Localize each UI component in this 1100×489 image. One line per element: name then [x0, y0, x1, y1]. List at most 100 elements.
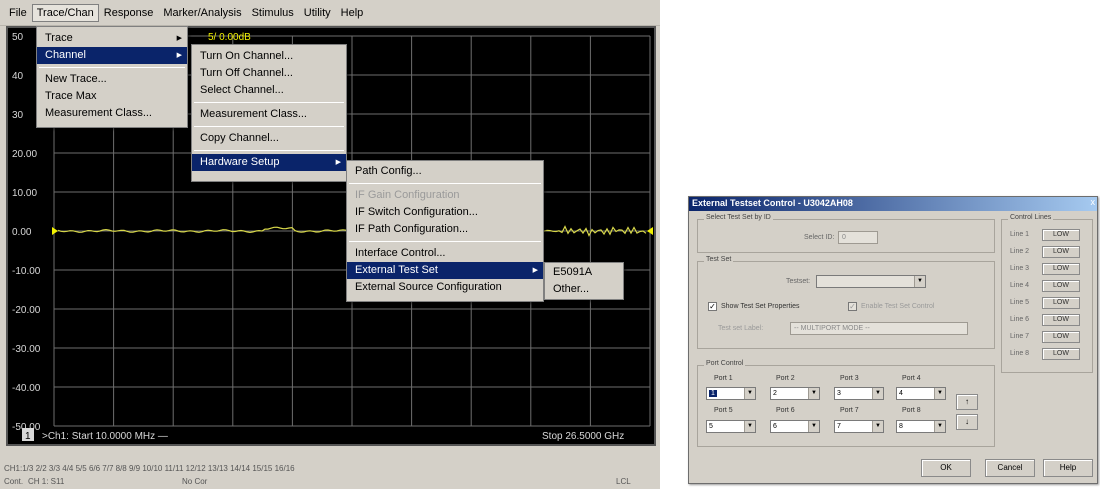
menu-item-channel-measurement-class[interactable]: Measurement Class...	[192, 106, 346, 123]
port-7-dropdown[interactable]: 7 ▼	[834, 420, 884, 433]
line-8-button[interactable]: LOW	[1042, 348, 1080, 360]
menu-item-if-switch-configuration[interactable]: IF Switch Configuration...	[347, 204, 543, 221]
y-tick-label: 40	[12, 71, 24, 82]
line-7-label: Line 7	[1010, 333, 1030, 340]
vna-window: File Trace/Chan Response Marker/Analysis…	[0, 0, 660, 489]
chevron-down-icon[interactable]: ▼	[914, 276, 925, 287]
port-control-group-label: Port Control	[704, 360, 746, 367]
chevron-down-icon[interactable]: ▼	[808, 388, 819, 399]
port-6-label: Port 6	[776, 407, 795, 414]
ok-button[interactable]: OK	[921, 459, 971, 477]
test-set-label-label: Test set Label:	[718, 325, 764, 332]
testset-dropdown[interactable]: ▼	[816, 275, 926, 288]
menu-marker-analysis[interactable]: Marker/Analysis	[158, 4, 246, 22]
line-4-button[interactable]: LOW	[1042, 280, 1080, 292]
y-tick-label: 50	[12, 32, 24, 43]
menu-item-interface-control[interactable]: Interface Control...	[347, 245, 543, 262]
y-tick-label: -20.00	[12, 305, 41, 316]
port-8-dropdown[interactable]: 8 ▼	[896, 420, 946, 433]
y-tick-label: -10.00	[12, 266, 41, 277]
port-2-label: Port 2	[776, 375, 795, 382]
reference-marker-left-icon	[52, 227, 58, 235]
line-6-button[interactable]: LOW	[1042, 314, 1080, 326]
menu-bar: File Trace/Chan Response Marker/Analysis…	[0, 0, 660, 26]
menu-item-new-trace[interactable]: New Trace...	[37, 71, 187, 88]
menu-stimulus[interactable]: Stimulus	[247, 4, 299, 22]
port-3-dropdown[interactable]: 3 ▼	[834, 387, 884, 400]
correction-status-text: No Cor	[182, 477, 208, 486]
y-tick-label: -30.00	[12, 344, 41, 355]
menu-response[interactable]: Response	[99, 4, 159, 22]
submenu-arrow-icon: ▶	[532, 267, 538, 274]
port-up-button[interactable]: ↑	[956, 394, 978, 410]
menu-item-e5091a[interactable]: E5091A	[545, 264, 623, 281]
menu-item-external-test-set[interactable]: External Test Set ▶	[347, 262, 543, 279]
chevron-down-icon[interactable]: ▼	[744, 421, 755, 432]
chevron-down-icon[interactable]: ▼	[872, 421, 883, 432]
port-6-dropdown[interactable]: 6 ▼	[770, 420, 820, 433]
chevron-down-icon[interactable]: ▼	[934, 388, 945, 399]
menu-utility[interactable]: Utility	[299, 4, 336, 22]
port-down-button[interactable]: ↓	[956, 414, 978, 430]
submenu-arrow-icon: ▶	[176, 52, 182, 59]
test-set-label-field: -- MULTIPORT MODE --	[790, 322, 968, 335]
select-test-set-group: Select Test Set by ID Select ID: 0	[697, 214, 995, 253]
menu-item-channel[interactable]: Channel ▶	[37, 47, 187, 64]
help-button[interactable]: Help	[1043, 459, 1093, 477]
line-2-button[interactable]: LOW	[1042, 246, 1080, 258]
menu-item-other[interactable]: Other...	[545, 281, 623, 298]
port-4-dropdown[interactable]: 4 ▼	[896, 387, 946, 400]
line-5-button[interactable]: LOW	[1042, 297, 1080, 309]
external-testset-dialog: External Testset Control - U3042AH08 x S…	[688, 196, 1098, 484]
menu-item-measurement-class[interactable]: Measurement Class...	[37, 105, 187, 122]
dialog-title-bar: External Testset Control - U3042AH08 x	[689, 197, 1097, 211]
chevron-down-icon[interactable]: ▼	[744, 388, 755, 399]
menu-item-if-path-configuration[interactable]: IF Path Configuration...	[347, 221, 543, 238]
select-id-label: Select ID:	[804, 234, 835, 241]
port-8-label: Port 8	[902, 407, 921, 414]
port-2-dropdown[interactable]: 2 ▼	[770, 387, 820, 400]
chevron-down-icon[interactable]: ▼	[934, 421, 945, 432]
stop-frequency-label: Stop 26.5000 GHz	[542, 431, 624, 442]
close-icon[interactable]: x	[1091, 197, 1096, 207]
menu-item-select-channel[interactable]: Select Channel...	[192, 82, 346, 99]
line-1-button[interactable]: LOW	[1042, 229, 1080, 241]
line-3-button[interactable]: LOW	[1042, 263, 1080, 275]
menu-item-turn-off-channel[interactable]: Turn Off Channel...	[192, 65, 346, 82]
menu-file[interactable]: File	[4, 4, 32, 22]
menu-item-copy-channel[interactable]: Copy Channel...	[192, 130, 346, 147]
port-5-dropdown[interactable]: 5 ▼	[706, 420, 756, 433]
menu-separator	[349, 241, 541, 242]
menu-item-if-gain-configuration: IF Gain Configuration	[355, 189, 460, 201]
menu-item-trace[interactable]: Trace ▶	[37, 30, 187, 47]
chevron-down-icon[interactable]: ▼	[872, 388, 883, 399]
port-1-dropdown[interactable]: 1 ▼	[706, 387, 756, 400]
port-5-label: Port 5	[714, 407, 733, 414]
line-6-label: Line 6	[1010, 316, 1030, 323]
select-id-field[interactable]: 0	[838, 231, 878, 244]
line-7-button[interactable]: LOW	[1042, 331, 1080, 343]
port-1-label: Port 1	[714, 375, 733, 382]
chevron-down-icon[interactable]: ▼	[808, 421, 819, 432]
menu-trace-chan[interactable]: Trace/Chan	[31, 3, 99, 22]
menu-separator	[194, 150, 344, 151]
port-4-label: Port 4	[902, 375, 921, 382]
menu-separator	[194, 102, 344, 103]
screenshot-stage: File Trace/Chan Response Marker/Analysis…	[0, 0, 1100, 489]
y-tick-label: -40.00	[12, 383, 41, 394]
menu-item-trace-max[interactable]: Trace Max	[37, 88, 187, 105]
menu-item-path-config[interactable]: Path Config...	[347, 163, 543, 180]
menu-item-turn-on-channel[interactable]: Turn On Channel...	[192, 48, 346, 65]
y-tick-label: 10.00	[12, 188, 37, 199]
menu-item-hardware-setup[interactable]: Hardware Setup ▶	[192, 154, 346, 171]
line-1-label: Line 1	[1010, 231, 1030, 238]
show-test-set-properties-checkbox[interactable]: ✓	[708, 302, 717, 311]
y-tick-label: 20.00	[12, 149, 37, 160]
cancel-button[interactable]: Cancel	[985, 459, 1035, 477]
test-set-group-label: Test Set	[704, 256, 734, 263]
menu-item-external-source-configuration[interactable]: External Source Configuration	[347, 279, 543, 296]
control-lines-group-label: Control Lines	[1008, 214, 1054, 221]
menu-help[interactable]: Help	[336, 4, 369, 22]
start-frequency-label: >Ch1: Start 10.0000 MHz —	[42, 431, 168, 442]
menu-separator	[349, 183, 541, 184]
